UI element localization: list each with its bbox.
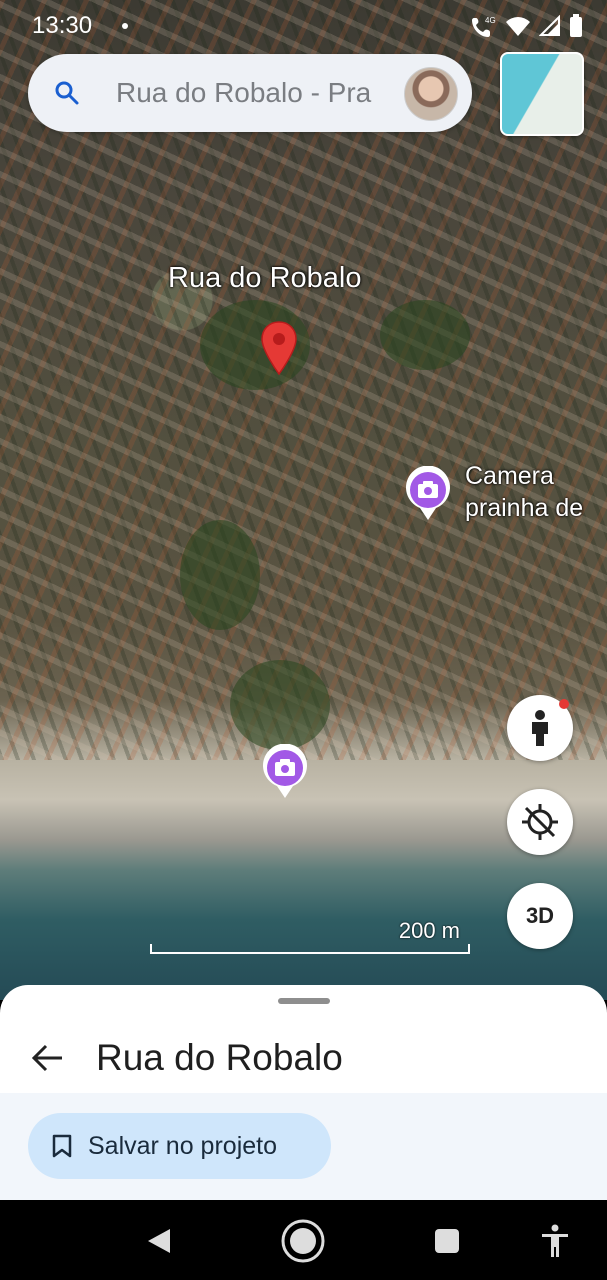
place-title: Rua do Robalo <box>96 1037 343 1078</box>
save-to-project-button[interactable]: Salvar no projeto <box>28 1113 331 1179</box>
3d-toggle-button[interactable]: 3D <box>507 883 573 949</box>
network-label: 4G <box>485 16 496 25</box>
poi-label-line: prainha de <box>465 494 584 522</box>
accessibility-button[interactable] <box>532 1218 578 1264</box>
pegman-icon <box>532 710 548 746</box>
signal-icon <box>539 15 560 36</box>
map-vegetation <box>380 300 470 370</box>
nav-home-icon <box>281 1219 325 1263</box>
poi-label-line: Camera <box>465 462 554 490</box>
drag-handle[interactable] <box>278 998 330 1004</box>
avatar[interactable] <box>404 67 458 121</box>
my-location-button[interactable] <box>507 789 573 855</box>
street-view-button[interactable] <box>507 695 573 761</box>
battery-icon <box>570 14 582 37</box>
status-icons: 4G <box>471 14 583 38</box>
location-off-icon <box>522 804 558 840</box>
3d-label: 3D <box>525 903 555 928</box>
system-nav-bar <box>0 1200 607 1280</box>
map-layers-button[interactable] <box>500 52 584 136</box>
notification-dot-icon <box>559 699 569 709</box>
clock: 13:30 <box>32 12 93 39</box>
bookmark-icon <box>52 1134 72 1158</box>
nav-recents-icon <box>435 1229 459 1253</box>
map-vegetation <box>180 520 260 630</box>
photo-sphere-pin-icon[interactable] <box>404 466 452 522</box>
search-bar[interactable] <box>28 54 472 132</box>
photo-sphere-pin-icon[interactable] <box>261 744 309 800</box>
map-vegetation <box>230 660 330 750</box>
satellite-map[interactable]: Rua do Robalo Camera prainha de 200 m <box>0 0 607 1000</box>
back-arrow-icon[interactable] <box>30 1040 66 1076</box>
notification-dot-icon <box>122 23 128 29</box>
map-scale: 200 m <box>150 918 470 956</box>
location-pin-icon[interactable] <box>260 320 298 376</box>
nav-home-button[interactable] <box>280 1218 326 1264</box>
status-bar: 13:30 4G <box>0 0 607 52</box>
nav-back-icon <box>148 1229 170 1253</box>
place-bottom-sheet[interactable]: Rua do Robalo Salvar no projeto <box>0 985 607 1200</box>
nav-back-button[interactable] <box>136 1218 182 1264</box>
nav-recents-button[interactable] <box>424 1218 470 1264</box>
scale-bar <box>150 944 470 954</box>
search-icon[interactable] <box>54 80 80 106</box>
street-label: Rua do Robalo <box>168 262 362 294</box>
wifi-call-icon: 4G <box>472 16 496 37</box>
poi-label[interactable]: Camera prainha de <box>465 460 583 524</box>
wifi-icon <box>506 17 530 36</box>
accessibility-icon <box>542 1224 568 1257</box>
save-button-label: Salvar no projeto <box>88 1131 278 1160</box>
scale-label: 200 m <box>398 918 460 943</box>
search-input[interactable] <box>116 70 412 116</box>
